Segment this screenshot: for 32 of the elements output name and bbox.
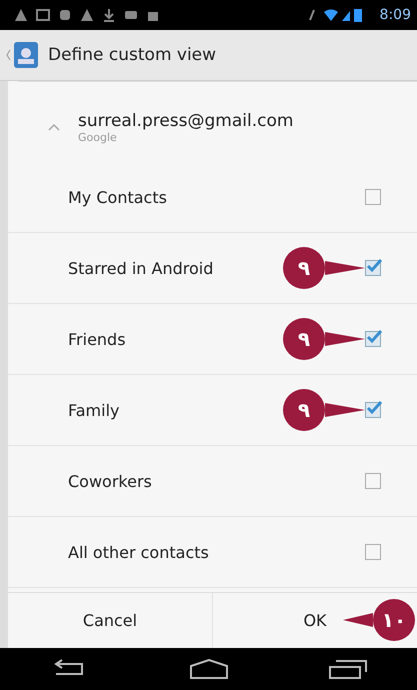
callout-badge: ٩ — [283, 247, 325, 289]
mail-icon — [36, 8, 50, 22]
screen-title: Define custom view — [48, 45, 216, 65]
group-label: All other contacts — [68, 542, 209, 562]
group-checkbox[interactable] — [365, 544, 381, 560]
group-checkbox[interactable] — [365, 473, 381, 489]
callout-badge: ٩ — [283, 318, 325, 360]
group-checkbox[interactable] — [365, 260, 381, 276]
recent-apps-icon[interactable] — [328, 659, 368, 679]
callout-badge: ١٠ — [373, 599, 415, 641]
callout-pointer — [325, 332, 365, 346]
group-checkbox[interactable] — [365, 402, 381, 418]
warning-icon — [14, 8, 28, 22]
group-label: My Contacts — [68, 188, 167, 206]
group-label: Starred in Android — [68, 258, 214, 278]
group-checkbox[interactable] — [365, 189, 381, 205]
dialog-button[interactable]: Cancel — [8, 593, 212, 648]
account-email: surreal.press@gmail.com — [78, 110, 294, 130]
warning-icon — [80, 8, 94, 22]
collapse-chevron-icon[interactable] — [48, 123, 60, 131]
group-checkbox[interactable] — [365, 331, 381, 347]
account-type: Google — [78, 130, 118, 144]
download-icon — [102, 8, 116, 22]
callout-pointer — [343, 613, 373, 627]
clock-time: 8:09 — [380, 7, 411, 23]
callout-pointer — [325, 403, 365, 417]
home-icon[interactable] — [188, 659, 228, 679]
group-label: Family — [68, 400, 120, 420]
callout-badge: ٩ — [283, 389, 325, 431]
group-label: Friends — [68, 330, 126, 348]
group-label: Coworkers — [68, 472, 152, 490]
callout-pointer — [325, 261, 365, 275]
